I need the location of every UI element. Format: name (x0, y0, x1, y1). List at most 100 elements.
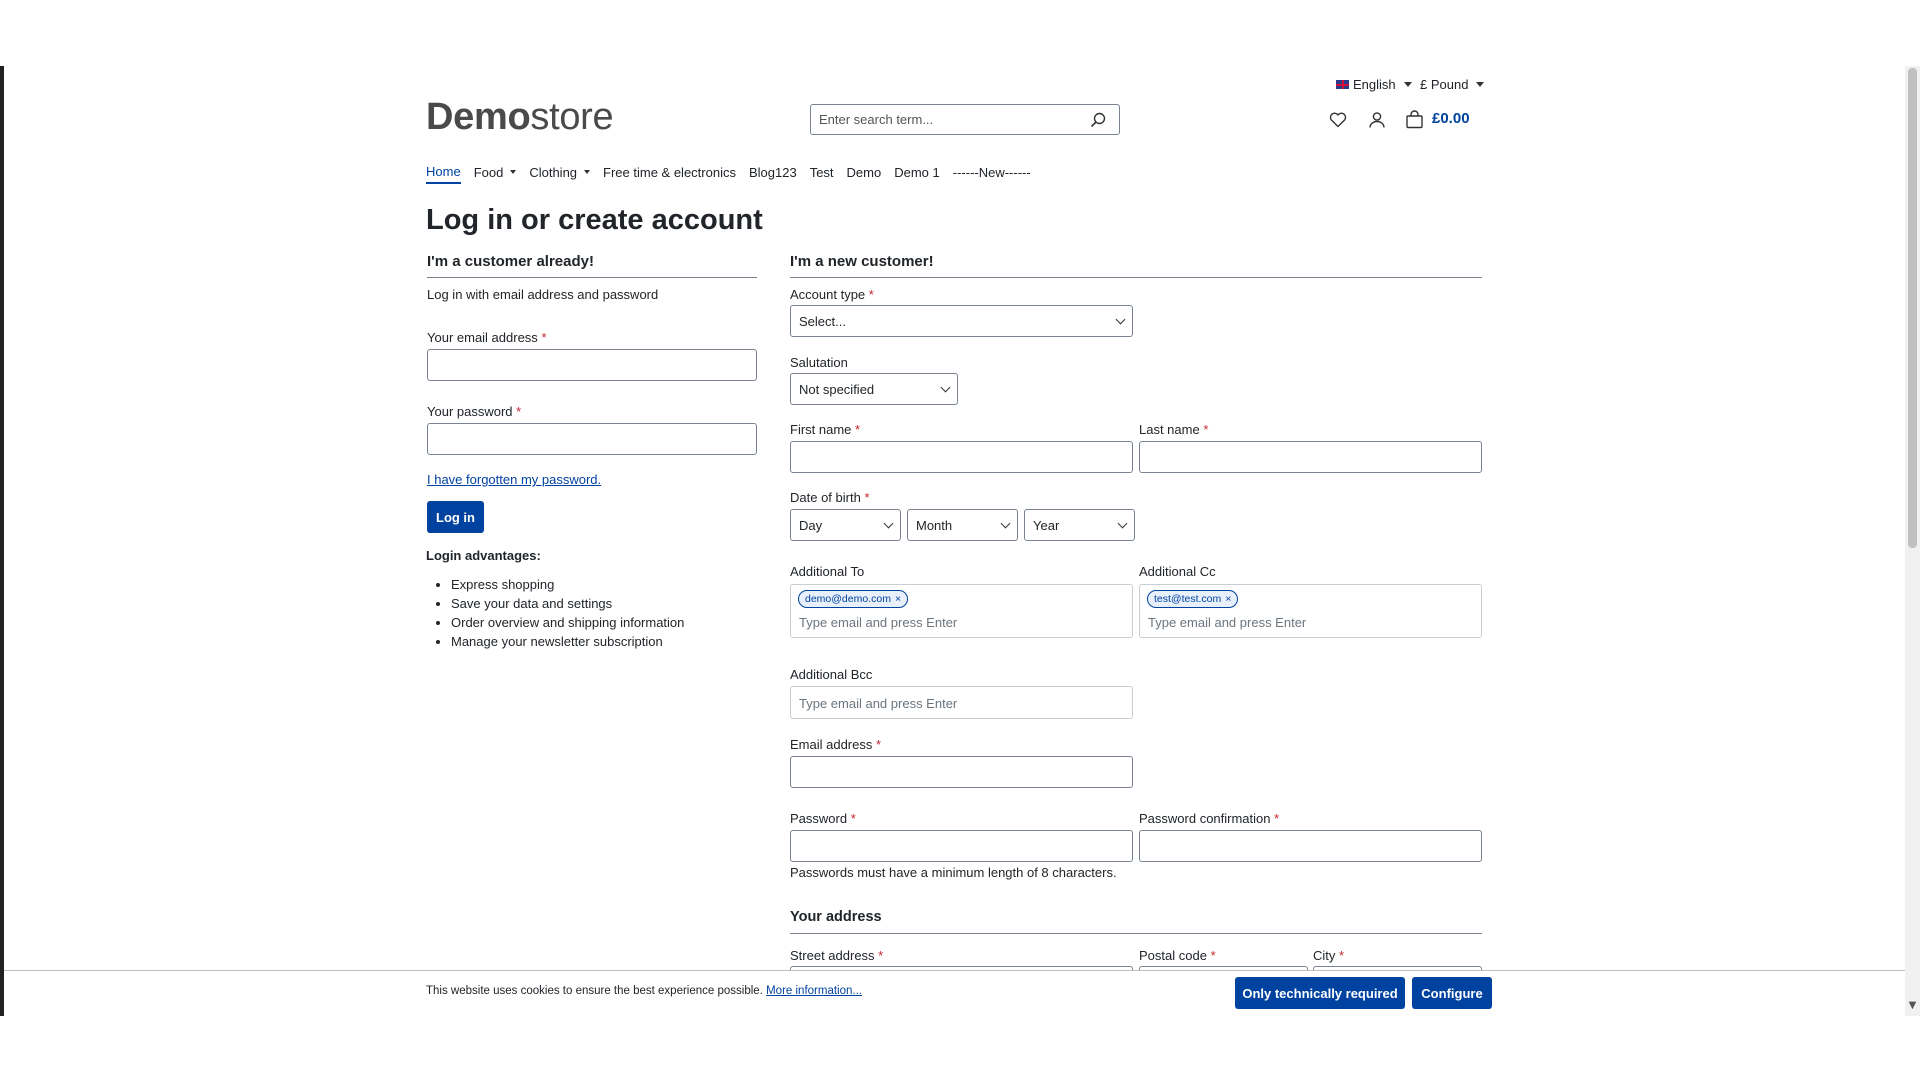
cookie-message: This website uses cookies to ensure the … (426, 985, 862, 997)
account-button[interactable] (1367, 110, 1387, 130)
nav-item-free-time-electronics[interactable]: Free time & electronics (603, 162, 736, 182)
list-item: Save your data and settings (451, 594, 684, 613)
dob-month-select[interactable]: Month (907, 509, 1018, 541)
scroll-down-arrow-icon[interactable]: ▼ (1906, 1000, 1919, 1012)
salutation-select[interactable]: Not specified (790, 373, 958, 405)
search-icon (1090, 112, 1106, 127)
email-label: Email address * (790, 737, 881, 752)
nav-item-blog123[interactable]: Blog123 (749, 162, 797, 182)
last-name-input[interactable] (1139, 441, 1482, 473)
logo-bold-text: Demo (426, 96, 531, 138)
uk-flag-icon (1336, 80, 1349, 89)
required-mark: * (855, 422, 861, 437)
configure-cookies-button[interactable]: Configure (1412, 977, 1492, 1009)
chevron-down-icon (1403, 82, 1412, 87)
list-item: Order overview and shipping information (451, 613, 684, 632)
login-email-label: Your email address * (427, 330, 547, 345)
account-type-select[interactable]: Select... (790, 305, 1133, 337)
login-advantages-list: Express shopping Save your data and sett… (427, 575, 684, 651)
forgot-password-link[interactable]: I have forgotten my password. (427, 472, 601, 487)
tag-text: test@test.com (1154, 593, 1222, 605)
email-tag: test@test.com × (1147, 590, 1239, 608)
tag-input-placeholder: Type email and press Enter (1148, 615, 1307, 630)
label-text: Password confirmation (1139, 811, 1271, 826)
first-name-input[interactable] (790, 441, 1133, 473)
select-value: Day (799, 517, 823, 533)
heart-icon (1329, 112, 1347, 128)
chevron-down-icon (510, 170, 517, 174)
page-title: Log in or create account (426, 204, 763, 236)
nav-label: Demo 1 (894, 164, 940, 180)
cookie-bar (4, 970, 1905, 1016)
only-required-cookies-button[interactable]: Only technically required (1235, 977, 1405, 1009)
chevron-down-icon (1476, 82, 1485, 87)
login-advantages-title: Login advantages: (426, 548, 541, 563)
postal-code-label: Postal code * (1139, 948, 1216, 963)
required-mark: * (850, 811, 856, 826)
additional-cc-input[interactable]: test@test.com × Type email and press Ent… (1139, 584, 1482, 638)
required-mark: * (1274, 811, 1280, 826)
required-mark: * (1210, 948, 1216, 963)
cookie-more-info-link[interactable]: More information... (766, 985, 862, 997)
label-text: Street address (790, 948, 875, 963)
label-text: City (1313, 948, 1336, 963)
nav-item-test[interactable]: Test (810, 162, 834, 182)
divider (790, 933, 1482, 934)
login-button[interactable]: Log in (427, 501, 484, 533)
cart-button[interactable] (1403, 108, 1425, 130)
password-label: Password * (790, 811, 856, 826)
address-section-title: Your address (790, 909, 882, 925)
list-item: Express shopping (451, 575, 684, 594)
language-label: English (1353, 77, 1396, 92)
chevron-down-icon (883, 518, 894, 528)
label-text: Postal code (1139, 948, 1207, 963)
chevron-down-icon (1000, 518, 1011, 528)
login-email-input[interactable] (427, 349, 757, 381)
nav-item-demo-1[interactable]: Demo 1 (894, 162, 940, 182)
shopping-bag-icon (1405, 109, 1423, 128)
required-mark: * (864, 490, 870, 505)
nav-item-new[interactable]: ------New------ (953, 162, 1031, 182)
password-confirm-input[interactable] (1139, 830, 1482, 862)
select-value: Select... (799, 313, 846, 329)
required-mark: * (541, 330, 547, 345)
scrollbar-thumb[interactable] (1908, 68, 1917, 548)
nav-item-demo[interactable]: Demo (847, 162, 882, 182)
store-logo[interactable]: Demostore (426, 96, 614, 139)
select-value: Month (916, 517, 953, 533)
nav-item-food[interactable]: Food (474, 162, 517, 182)
login-password-input[interactable] (427, 423, 757, 455)
search-button[interactable] (1081, 105, 1115, 134)
currency-switcher[interactable]: £ Pound (1420, 77, 1485, 92)
tag-text: demo@demo.com (805, 593, 891, 605)
tag-remove-icon[interactable]: × (1225, 593, 1231, 605)
first-name-label: First name * (790, 422, 860, 437)
dob-day-select[interactable]: Day (790, 509, 901, 541)
label-text: Account type (790, 287, 866, 302)
wishlist-button[interactable] (1328, 110, 1348, 130)
required-mark: * (878, 948, 884, 963)
chevron-down-icon (584, 170, 591, 174)
search-input[interactable] (811, 111, 1081, 128)
additional-to-input[interactable]: demo@demo.com × Type email and press Ent… (790, 584, 1133, 638)
register-section-title: I'm a new customer! (790, 253, 934, 270)
last-name-label: Last name * (1139, 422, 1208, 437)
required-mark: * (516, 404, 522, 419)
nav-label: Clothing (529, 164, 578, 180)
nav-item-clothing[interactable]: Clothing (529, 162, 591, 182)
dob-year-select[interactable]: Year (1024, 509, 1135, 541)
label-text: First name (790, 422, 852, 437)
additional-bcc-input[interactable]: Type email and press Enter (790, 686, 1133, 719)
nav-label: Test (809, 164, 834, 180)
language-switcher[interactable]: English (1336, 77, 1412, 92)
salutation-label: Salutation (790, 355, 848, 370)
password-confirm-label: Password confirmation * (1139, 811, 1279, 826)
tag-remove-icon[interactable]: × (895, 593, 901, 605)
main-navigation: Home Food Clothing Free time & electroni… (426, 162, 1044, 184)
nav-label: ------New------ (952, 164, 1031, 180)
email-input[interactable] (790, 756, 1133, 788)
required-mark: * (876, 737, 882, 752)
nav-item-home[interactable]: Home (426, 162, 461, 184)
cart-total[interactable]: £0.00 (1432, 110, 1470, 127)
password-input[interactable] (790, 830, 1133, 862)
